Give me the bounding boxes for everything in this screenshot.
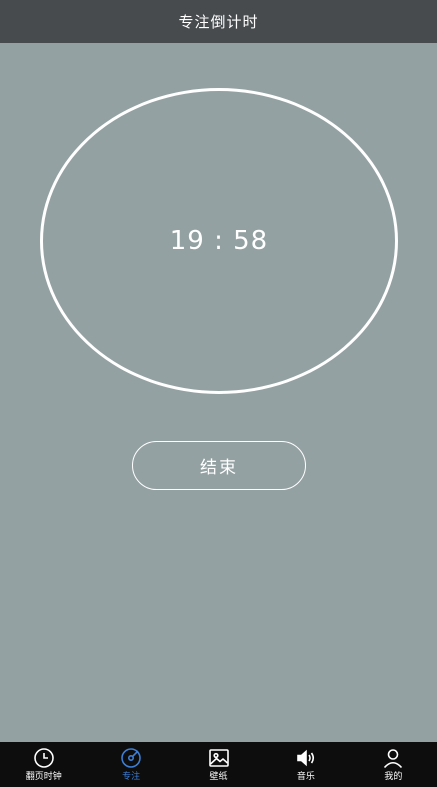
tab-label: 我的 (384, 772, 403, 782)
clock-icon (33, 748, 54, 768)
app-header: 专注倒计时 (0, 0, 437, 43)
user-icon (384, 749, 403, 769)
page-title: 专注倒计时 (178, 13, 259, 31)
tab-flip-clock[interactable]: 翻页时钟 (0, 742, 87, 787)
focus-icon (121, 748, 141, 768)
focus-main: 19 : 58 结束 (0, 43, 437, 742)
image-icon (208, 749, 229, 767)
countdown-display: 19 : 58 (169, 226, 269, 256)
tab-label: 音乐 (296, 772, 315, 782)
bottom-tab-bar: 翻页时钟 专注 壁纸 音乐 我的 (0, 742, 437, 787)
timer-ring: 19 : 58 (40, 88, 398, 394)
tab-wallpaper[interactable]: 壁纸 (175, 742, 262, 787)
tab-label: 翻页时钟 (25, 772, 62, 782)
tab-music[interactable]: 音乐 (262, 742, 349, 787)
tab-mine[interactable]: 我的 (350, 742, 437, 787)
tab-label: 壁纸 (209, 772, 228, 782)
speaker-icon (297, 749, 314, 767)
tab-focus[interactable]: 专注 (87, 742, 174, 787)
end-button[interactable]: 结束 (132, 441, 306, 490)
tab-label: 专注 (122, 772, 141, 782)
